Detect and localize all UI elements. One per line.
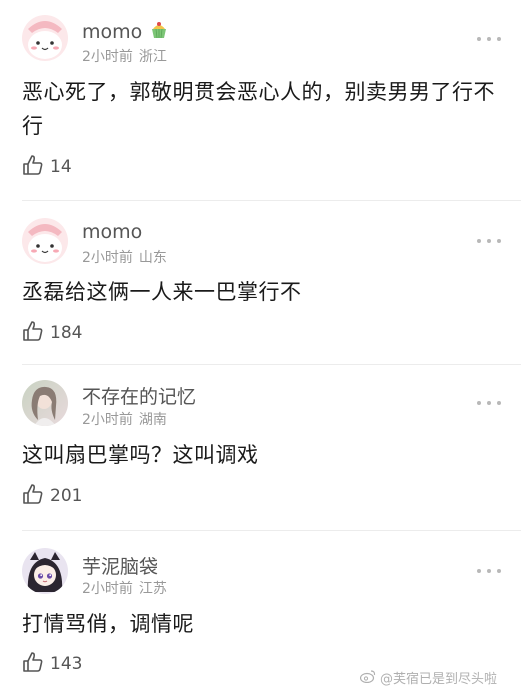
comment-location: 江苏 bbox=[138, 581, 167, 597]
username-text[interactable]: 芋泥脑袋 bbox=[82, 556, 158, 578]
thumbs-up-icon bbox=[22, 320, 44, 346]
watermark-text: @芙宿已是到尽头啦 bbox=[379, 672, 497, 687]
comment-location: 湖南 bbox=[138, 412, 167, 428]
thumbs-up-icon bbox=[22, 651, 44, 677]
comment-time: 2小时前 bbox=[82, 250, 133, 266]
like-button[interactable]: 143 bbox=[22, 652, 82, 676]
more-options-icon[interactable] bbox=[477, 399, 501, 407]
like-count: 184 bbox=[50, 323, 83, 343]
like-button[interactable]: 201 bbox=[22, 484, 82, 508]
like-count: 143 bbox=[50, 654, 83, 674]
comment-location: 山东 bbox=[138, 250, 167, 266]
comment-meta: 2小时前 山东 bbox=[82, 247, 167, 267]
comment-divider bbox=[22, 200, 521, 201]
comment-time: 2小时前 bbox=[82, 49, 133, 65]
thumbs-up-icon bbox=[22, 154, 44, 180]
user-avatar[interactable] bbox=[22, 15, 68, 61]
comment-text: 恶心死了，郭敬明贯会恶心人的，别卖男男了行不行 bbox=[22, 80, 495, 138]
username-text[interactable]: momo bbox=[82, 21, 142, 43]
like-count: 14 bbox=[50, 157, 72, 177]
comment-meta: 2小时前 浙江 bbox=[82, 46, 167, 66]
username[interactable]: 芋泥脑袋 bbox=[82, 552, 158, 579]
comment-meta: 2小时前 江苏 bbox=[82, 578, 167, 598]
username-text[interactable]: 不存在的记忆 bbox=[82, 386, 196, 408]
like-button[interactable]: 184 bbox=[22, 321, 82, 345]
username-text[interactable]: momo bbox=[82, 221, 142, 243]
comment-divider bbox=[22, 530, 521, 531]
username[interactable]: 不存在的记忆 bbox=[82, 382, 196, 409]
comment-text: 打情骂俏，调情呢 bbox=[22, 612, 194, 636]
like-button[interactable]: 14 bbox=[22, 155, 72, 179]
comment-text: 丞磊给这俩一人来一巴掌行不 bbox=[22, 280, 302, 304]
cupcake-badge-icon bbox=[150, 20, 168, 45]
comment-time: 2小时前 bbox=[82, 412, 133, 428]
more-options-icon[interactable] bbox=[477, 35, 501, 43]
comment-divider bbox=[22, 364, 521, 365]
user-avatar[interactable] bbox=[22, 218, 68, 264]
username[interactable]: momo bbox=[82, 20, 168, 45]
comment-time: 2小时前 bbox=[82, 581, 133, 597]
comment-meta: 2小时前 湖南 bbox=[82, 409, 167, 429]
comment-location: 浙江 bbox=[138, 49, 167, 65]
comment-text: 这叫扇巴掌吗？这叫调戏 bbox=[22, 443, 259, 467]
more-options-icon[interactable] bbox=[477, 567, 501, 575]
user-avatar[interactable] bbox=[22, 548, 68, 594]
weibo-logo-icon bbox=[359, 669, 376, 687]
like-count: 201 bbox=[50, 486, 83, 506]
user-avatar[interactable] bbox=[22, 380, 68, 426]
thumbs-up-icon bbox=[22, 483, 44, 509]
username[interactable]: momo bbox=[82, 221, 142, 243]
weibo-watermark: @芙宿已是到尽头啦 bbox=[359, 668, 497, 687]
more-options-icon[interactable] bbox=[477, 237, 501, 245]
